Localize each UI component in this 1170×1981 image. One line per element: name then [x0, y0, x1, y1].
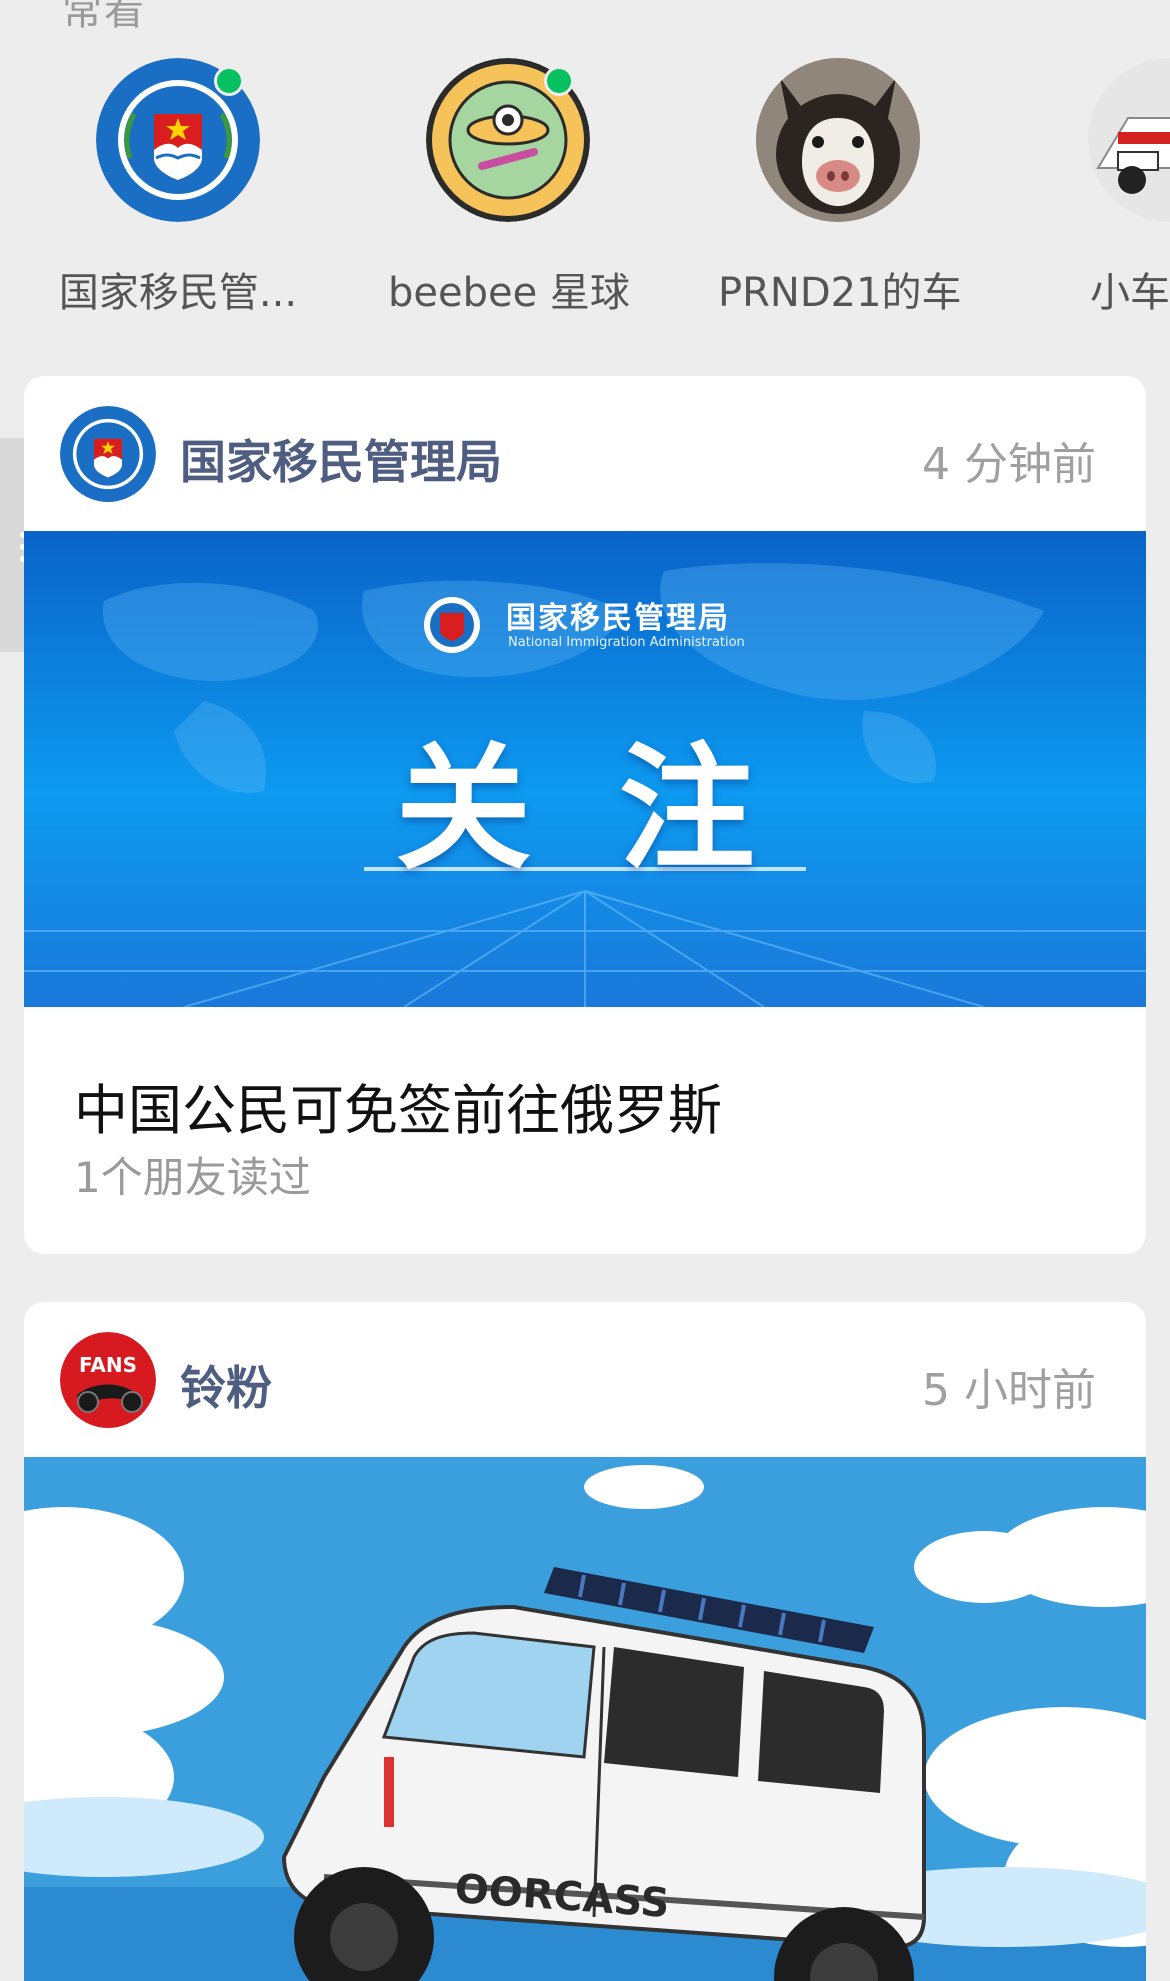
article-cover-image[interactable]: OORCASS: [24, 1457, 1146, 1981]
logo-text: FANS: [79, 1353, 137, 1377]
account-name: beebee 星球: [388, 270, 630, 316]
avatar: [756, 58, 920, 222]
article-title[interactable]: 中国公民可免签前往俄罗斯: [74, 1066, 722, 1145]
post-timestamp: 5 小时前: [922, 1365, 1096, 1416]
card-header[interactable]: FANS 铃粉 5 小时前: [24, 1302, 1146, 1457]
article-card[interactable]: 国家移民管理局 4 分钟前 国家移民管理局 National Immigrati…: [24, 376, 1146, 1254]
card-header[interactable]: 国家移民管理局 4 分钟前: [24, 376, 1146, 531]
account-name: 铃粉: [180, 1361, 272, 1415]
section-header: 常看: [62, 0, 146, 34]
post-timestamp: 4 分钟前: [922, 439, 1096, 490]
subscriptions-feed-screen: 常看 国家移民管... beebee 星球 PRND21的车 小车 国家移民管理…: [0, 0, 1170, 1981]
van-illustration: OORCASS: [24, 1457, 1146, 1981]
immigration-emblem-icon: [60, 406, 156, 502]
banner-headline: 关 注: [395, 731, 775, 889]
article-card[interactable]: FANS 铃粉 5 小时前 OORCASS: [24, 1302, 1146, 1981]
account-name: 国家移民管...: [58, 270, 298, 316]
race-car-photo-icon: [1088, 58, 1170, 222]
account-logo: FANS: [60, 1332, 156, 1428]
avatar: [1088, 58, 1170, 222]
article-cover-image[interactable]: 国家移民管理局 National Immigration Administrat…: [24, 531, 1146, 1007]
fans-motorcycle-logo-icon: FANS: [60, 1332, 156, 1428]
online-status-dot: [214, 66, 244, 96]
account-name: PRND21的车: [718, 270, 962, 316]
frequent-accounts-strip[interactable]: 国家移民管... beebee 星球 PRND21的车 小车: [0, 58, 1170, 328]
banner-org-english: National Immigration Administration: [508, 635, 745, 650]
banner-org-name: 国家移民管理局: [506, 601, 730, 636]
online-status-dot: [544, 66, 574, 96]
account-logo: [60, 406, 156, 502]
account-name: 小车: [1090, 270, 1170, 316]
account-name: 国家移民管理局: [180, 435, 502, 489]
husky-dog-photo-icon: [756, 58, 920, 222]
friends-read-info: 1个朋友读过: [74, 1153, 311, 1202]
